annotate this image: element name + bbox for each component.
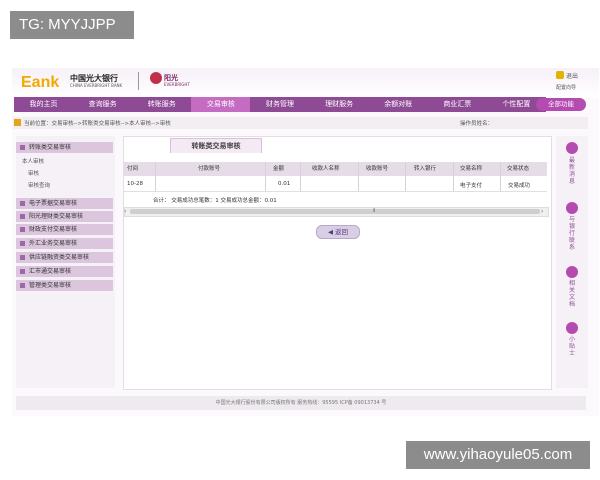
sidebar-item-label: 阳光理财类交易审核 — [29, 213, 84, 220]
back-arrow-icon: ◀ — [327, 228, 336, 236]
page-footer: 中国光大银行股份有限公司版权所有 服务热线：95595 ICP备 0901373… — [16, 396, 586, 410]
menu-icon — [20, 283, 25, 288]
operator-name-label: 操作员姓名： — [460, 121, 494, 127]
cell-transaction-name: 电子支付 — [460, 183, 483, 189]
back-button-label: 返回 — [335, 228, 349, 236]
watermark-bottom-right: www.yihaoyule05.com — [406, 441, 590, 469]
sidebar-item-supply-chain-review[interactable]: 供应链融资类交易审核 — [16, 252, 113, 263]
nav-item-bills[interactable]: 商业汇票 — [428, 97, 487, 112]
col-receiving-bank: 转入银行 — [414, 166, 437, 172]
right-rail-news[interactable]: 最新消息 — [567, 157, 577, 185]
table-row[interactable] — [124, 176, 547, 192]
menu-icon — [20, 214, 25, 219]
col-divider — [155, 162, 156, 191]
sidebar-item-fx-market-review[interactable]: 汇市通交易审核 — [16, 266, 113, 277]
sidebar-item-label: 供应链融资类交易审核 — [29, 254, 90, 261]
header-divider — [138, 72, 139, 90]
home-icon — [14, 119, 21, 126]
bank-logo: Eank — [21, 74, 60, 91]
menu-icon — [20, 255, 25, 260]
sidebar-item-transfer-review[interactable]: 转账类交易审核 — [16, 142, 113, 153]
news-icon[interactable] — [566, 142, 578, 154]
sidebar-item-fx-review[interactable]: 外汇业务交易审核 — [16, 238, 113, 249]
exit-icon[interactable] — [556, 71, 564, 79]
cell-time: 10-28 — [127, 181, 143, 187]
contact-icon[interactable] — [566, 202, 578, 214]
nav-item-home[interactable]: 我的主页 — [14, 97, 73, 112]
nav-item-wealth[interactable]: 理财服务 — [310, 97, 369, 112]
partner-logo-icon — [150, 72, 162, 84]
nav-item-transfer[interactable]: 转账服务 — [132, 97, 191, 112]
right-rail-tips[interactable]: 小贴士 — [567, 336, 577, 357]
menu-icon — [20, 201, 25, 206]
sidebar-item-wealth-review[interactable]: 阳光理财类交易审核 — [16, 211, 113, 222]
sidebar-item-label: 电子票据交易审核 — [29, 200, 78, 207]
col-divider — [300, 162, 301, 191]
scrollbar-thumb[interactable] — [130, 209, 540, 214]
sidebar-item-review[interactable]: 审核 — [28, 169, 39, 177]
right-rail-contact[interactable]: 与银行联系 — [567, 216, 577, 251]
col-divider — [405, 162, 406, 191]
sidebar-item-label: 转账类交易审核 — [29, 144, 72, 151]
main-nav: 我的主页 查询服务 转账服务 交易审核 财务管理 理财服务 余额对账 商业汇票 … — [14, 97, 546, 112]
all-functions-button[interactable]: 全部功能 — [536, 98, 586, 111]
col-divider — [500, 162, 501, 191]
col-transaction-name: 交易名称 — [460, 166, 483, 172]
menu-icon — [20, 145, 25, 150]
sidebar-item-management-review[interactable]: 管理类交易审核 — [16, 280, 113, 291]
sidebar-item-label: 汇市通交易审核 — [29, 268, 72, 275]
nav-item-query[interactable]: 查询服务 — [73, 97, 132, 112]
tips-icon[interactable] — [566, 322, 578, 334]
total-summary: 合计： 交易成功总笔数：1 交易成功总金额：0.01 — [153, 198, 277, 204]
right-rail-docs[interactable]: 相关文档 — [567, 280, 577, 308]
sidebar-item-e-bill-review[interactable]: 电子票据交易审核 — [16, 198, 113, 209]
tab-transfer-review[interactable]: 转账类交易审核 — [170, 138, 262, 153]
menu-icon — [20, 241, 25, 246]
scroll-right-icon[interactable]: › — [541, 208, 543, 215]
sidebar-item-label: 外汇业务交易审核 — [29, 240, 78, 247]
sidebar-item-label: 管理类交易审核 — [29, 282, 72, 289]
exit-link[interactable]: 退出 — [566, 71, 578, 80]
scroll-left-icon[interactable]: ‹ — [124, 208, 126, 215]
col-time: 付间 — [127, 166, 139, 172]
col-divider — [453, 162, 454, 191]
nav-item-finance[interactable]: 财务管理 — [250, 97, 309, 112]
sidebar-item-fiscal-review[interactable]: 财政支付交易审核 — [16, 224, 113, 235]
menu-icon — [20, 227, 25, 232]
back-button[interactable]: ◀ 返回 — [316, 225, 360, 239]
sidebar-item-self-review[interactable]: 本人审核 — [22, 157, 44, 165]
col-divider — [265, 162, 266, 191]
partner-subtitle: EVERBRIGHT — [164, 82, 190, 87]
col-payee-name: 收款人名称 — [312, 166, 340, 172]
config-guide-link[interactable]: 配置向导 — [556, 84, 576, 91]
col-divider — [358, 162, 359, 191]
cell-amount: 0.01 — [278, 181, 291, 187]
scroll-grip-icon[interactable]: ⦀ — [373, 208, 375, 214]
nav-item-transaction-review[interactable]: 交易审核 — [191, 97, 251, 112]
col-transaction-status: 交易状态 — [507, 166, 530, 172]
watermark-top-left: TG: MYYJJPP — [10, 11, 134, 39]
col-payer-account: 付款账号 — [198, 166, 221, 172]
col-payee-account: 收款账号 — [366, 166, 389, 172]
breadcrumb: 当前位置：交易审核-->转账类交易审核-->本人审核-->审核 — [24, 121, 171, 127]
nav-item-reconciliation[interactable]: 余额对账 — [369, 97, 428, 112]
sidebar-item-label: 财政支付交易审核 — [29, 226, 78, 233]
cell-transaction-status: 交易成功 — [508, 183, 531, 189]
sidebar-item-review-query[interactable]: 审核查询 — [28, 181, 50, 189]
document-icon[interactable] — [566, 266, 578, 278]
col-amount: 金额 — [273, 166, 285, 172]
menu-icon — [20, 269, 25, 274]
bank-name-en: CHINA EVERBRIGHT BANK — [70, 83, 123, 88]
